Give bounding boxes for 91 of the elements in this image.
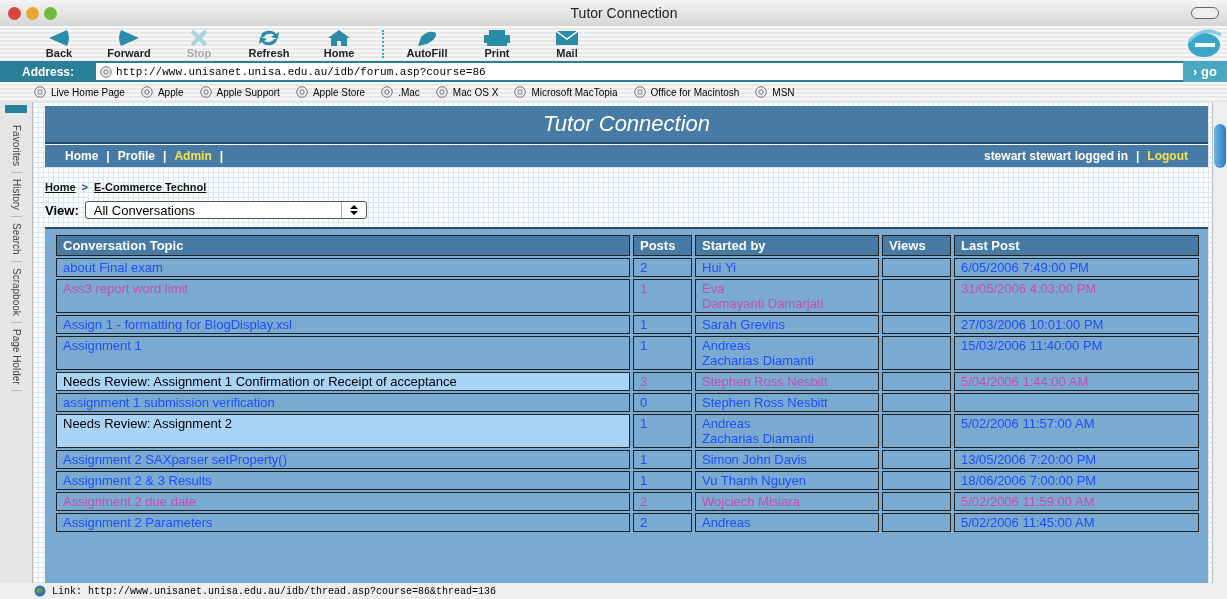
table-cell: 1 <box>633 315 692 334</box>
table-cell: 3 <box>633 372 692 391</box>
view-label: View: <box>45 202 79 218</box>
back-button[interactable]: Back <box>24 28 94 59</box>
home-button[interactable]: Home <box>304 28 374 59</box>
favorite-link[interactable]: Microsoft MacTopia <box>531 86 618 98</box>
view-dropdown[interactable]: All Conversations <box>84 201 367 219</box>
browser-logo-icon <box>1185 28 1223 59</box>
separator-mark: | <box>219 149 224 163</box>
table-cell: 27/03/2006 10:01:00 PM <box>954 315 1199 334</box>
close-button[interactable] <box>8 6 21 20</box>
table-cell: 13/05/2006 7:20:00 PM <box>954 450 1199 469</box>
page-icon <box>140 86 153 98</box>
status-text: Link: http://www.unisanet.unisa.edu.au/idb/thread.asp?course=86&thread=136 <box>52 585 497 597</box>
minimize-button[interactable] <box>26 6 39 20</box>
table-cell: 2 <box>633 492 692 511</box>
updown-arrows-icon <box>349 205 358 215</box>
sidebar-tab[interactable]: Page Holder <box>10 322 22 392</box>
table-cell: 31/05/2006 4:03:00 PM <box>954 279 1199 313</box>
forward-button[interactable]: Forward <box>94 28 164 59</box>
forward-arrow-icon <box>117 28 141 47</box>
table-cell: 5/02/2006 11:57:00 AM <box>954 414 1199 448</box>
sidebar-tab[interactable]: History <box>10 173 22 218</box>
toolbar-toggle-button[interactable] <box>1191 7 1219 19</box>
table-cell: 5/02/2006 11:59:00 AM <box>954 492 1199 511</box>
page-icon <box>100 65 112 78</box>
nav-link[interactable]: Home <box>65 149 99 163</box>
sidebar-tab[interactable]: Search <box>10 217 22 262</box>
topic-link[interactable]: Needs Review: Assignment 2 <box>56 414 630 448</box>
table-cell: 15/03/2006 11:40:00 PM <box>954 336 1199 370</box>
autofill-button[interactable]: AutoFill <box>392 28 462 59</box>
favorite-link[interactable]: Office for Macintosh <box>650 86 740 98</box>
address-field[interactable]: http://www.unisanet.unisa.edu.au/idb/forum.asp?course=86 <box>96 63 1183 80</box>
table-cell: 5/04/2006 1:44:00 AM <box>954 372 1199 391</box>
table-cell: 6/05/2006 7:49:00 PM <box>954 258 1199 277</box>
table-cell: 1 <box>633 279 692 313</box>
table-cell: 1 <box>633 471 692 490</box>
table-cell: 5/02/2006 11:45:00 AM <box>954 513 1199 532</box>
column-header: Posts <box>633 235 692 256</box>
favorite-link[interactable]: MSN <box>772 86 795 98</box>
page-icon <box>514 86 527 98</box>
separator-mark: | <box>163 149 167 163</box>
zoom-button[interactable] <box>44 6 57 20</box>
table-cell: 1 <box>633 450 692 469</box>
refresh-icon <box>257 28 281 47</box>
printer-icon <box>482 28 512 47</box>
table-cell: 1 <box>633 336 692 370</box>
favorite-link[interactable]: Mac OS X <box>452 86 499 98</box>
site-title: Tutor Connection <box>542 111 711 137</box>
breadcrumb-link[interactable]: Home <box>45 181 76 193</box>
login-status: stewart stewart logged in <box>983 149 1128 163</box>
vertical-scrollbar[interactable] <box>1212 102 1227 583</box>
table-cell: 18/06/2006 7:00:00 PM <box>954 471 1199 490</box>
topic-link[interactable]: Needs Review: Assignment 1 Confirmation or Receipt of acceptance <box>56 372 630 391</box>
address-label: Address: <box>21 64 75 79</box>
favorite-link[interactable]: Apple Store <box>312 86 366 98</box>
separator-mark: | <box>1136 149 1140 163</box>
page-icon <box>381 86 394 98</box>
refresh-button[interactable]: Refresh <box>234 28 304 59</box>
table-cell: 1 <box>633 414 692 448</box>
page-icon <box>755 86 768 98</box>
house-icon <box>327 28 351 47</box>
column-header: Conversation Topic <box>56 235 630 256</box>
nav-link[interactable]: Profile <box>117 149 156 163</box>
envelope-icon <box>555 28 579 47</box>
back-arrow-icon <box>47 28 71 47</box>
breadcrumb-link[interactable]: E-Commerce Technol <box>94 181 207 193</box>
favorite-link[interactable]: Live Home Page <box>51 86 125 98</box>
separator-mark: | <box>106 149 110 163</box>
page-icon <box>435 86 448 98</box>
table-cell: 2 <box>633 513 692 532</box>
favorite-link[interactable]: Apple <box>157 86 184 98</box>
print-button[interactable]: Print <box>462 28 532 59</box>
page-icon <box>34 86 46 98</box>
table-cell: 0 <box>633 393 692 412</box>
mail-button[interactable]: Mail <box>532 28 602 59</box>
table-cell: 2 <box>633 258 692 277</box>
sidebar-tab[interactable]: Scrapbook <box>10 261 22 323</box>
page-icon <box>633 86 646 98</box>
window-title: Tutor Connection <box>569 5 679 21</box>
sidebar-toggle-icon[interactable] <box>5 105 27 113</box>
column-header: Started by <box>695 235 879 256</box>
favorite-link[interactable]: .Mac <box>398 86 420 98</box>
globe-icon <box>34 585 46 597</box>
column-header: Views <box>882 235 951 256</box>
column-header: Last Post <box>954 235 1199 256</box>
page-icon <box>199 86 212 98</box>
favorite-link[interactable]: Apple Support <box>216 86 280 98</box>
page-icon <box>295 86 308 98</box>
breadcrumb-separator: > <box>81 181 88 193</box>
sidebar-tab[interactable]: Favorites <box>10 119 22 174</box>
